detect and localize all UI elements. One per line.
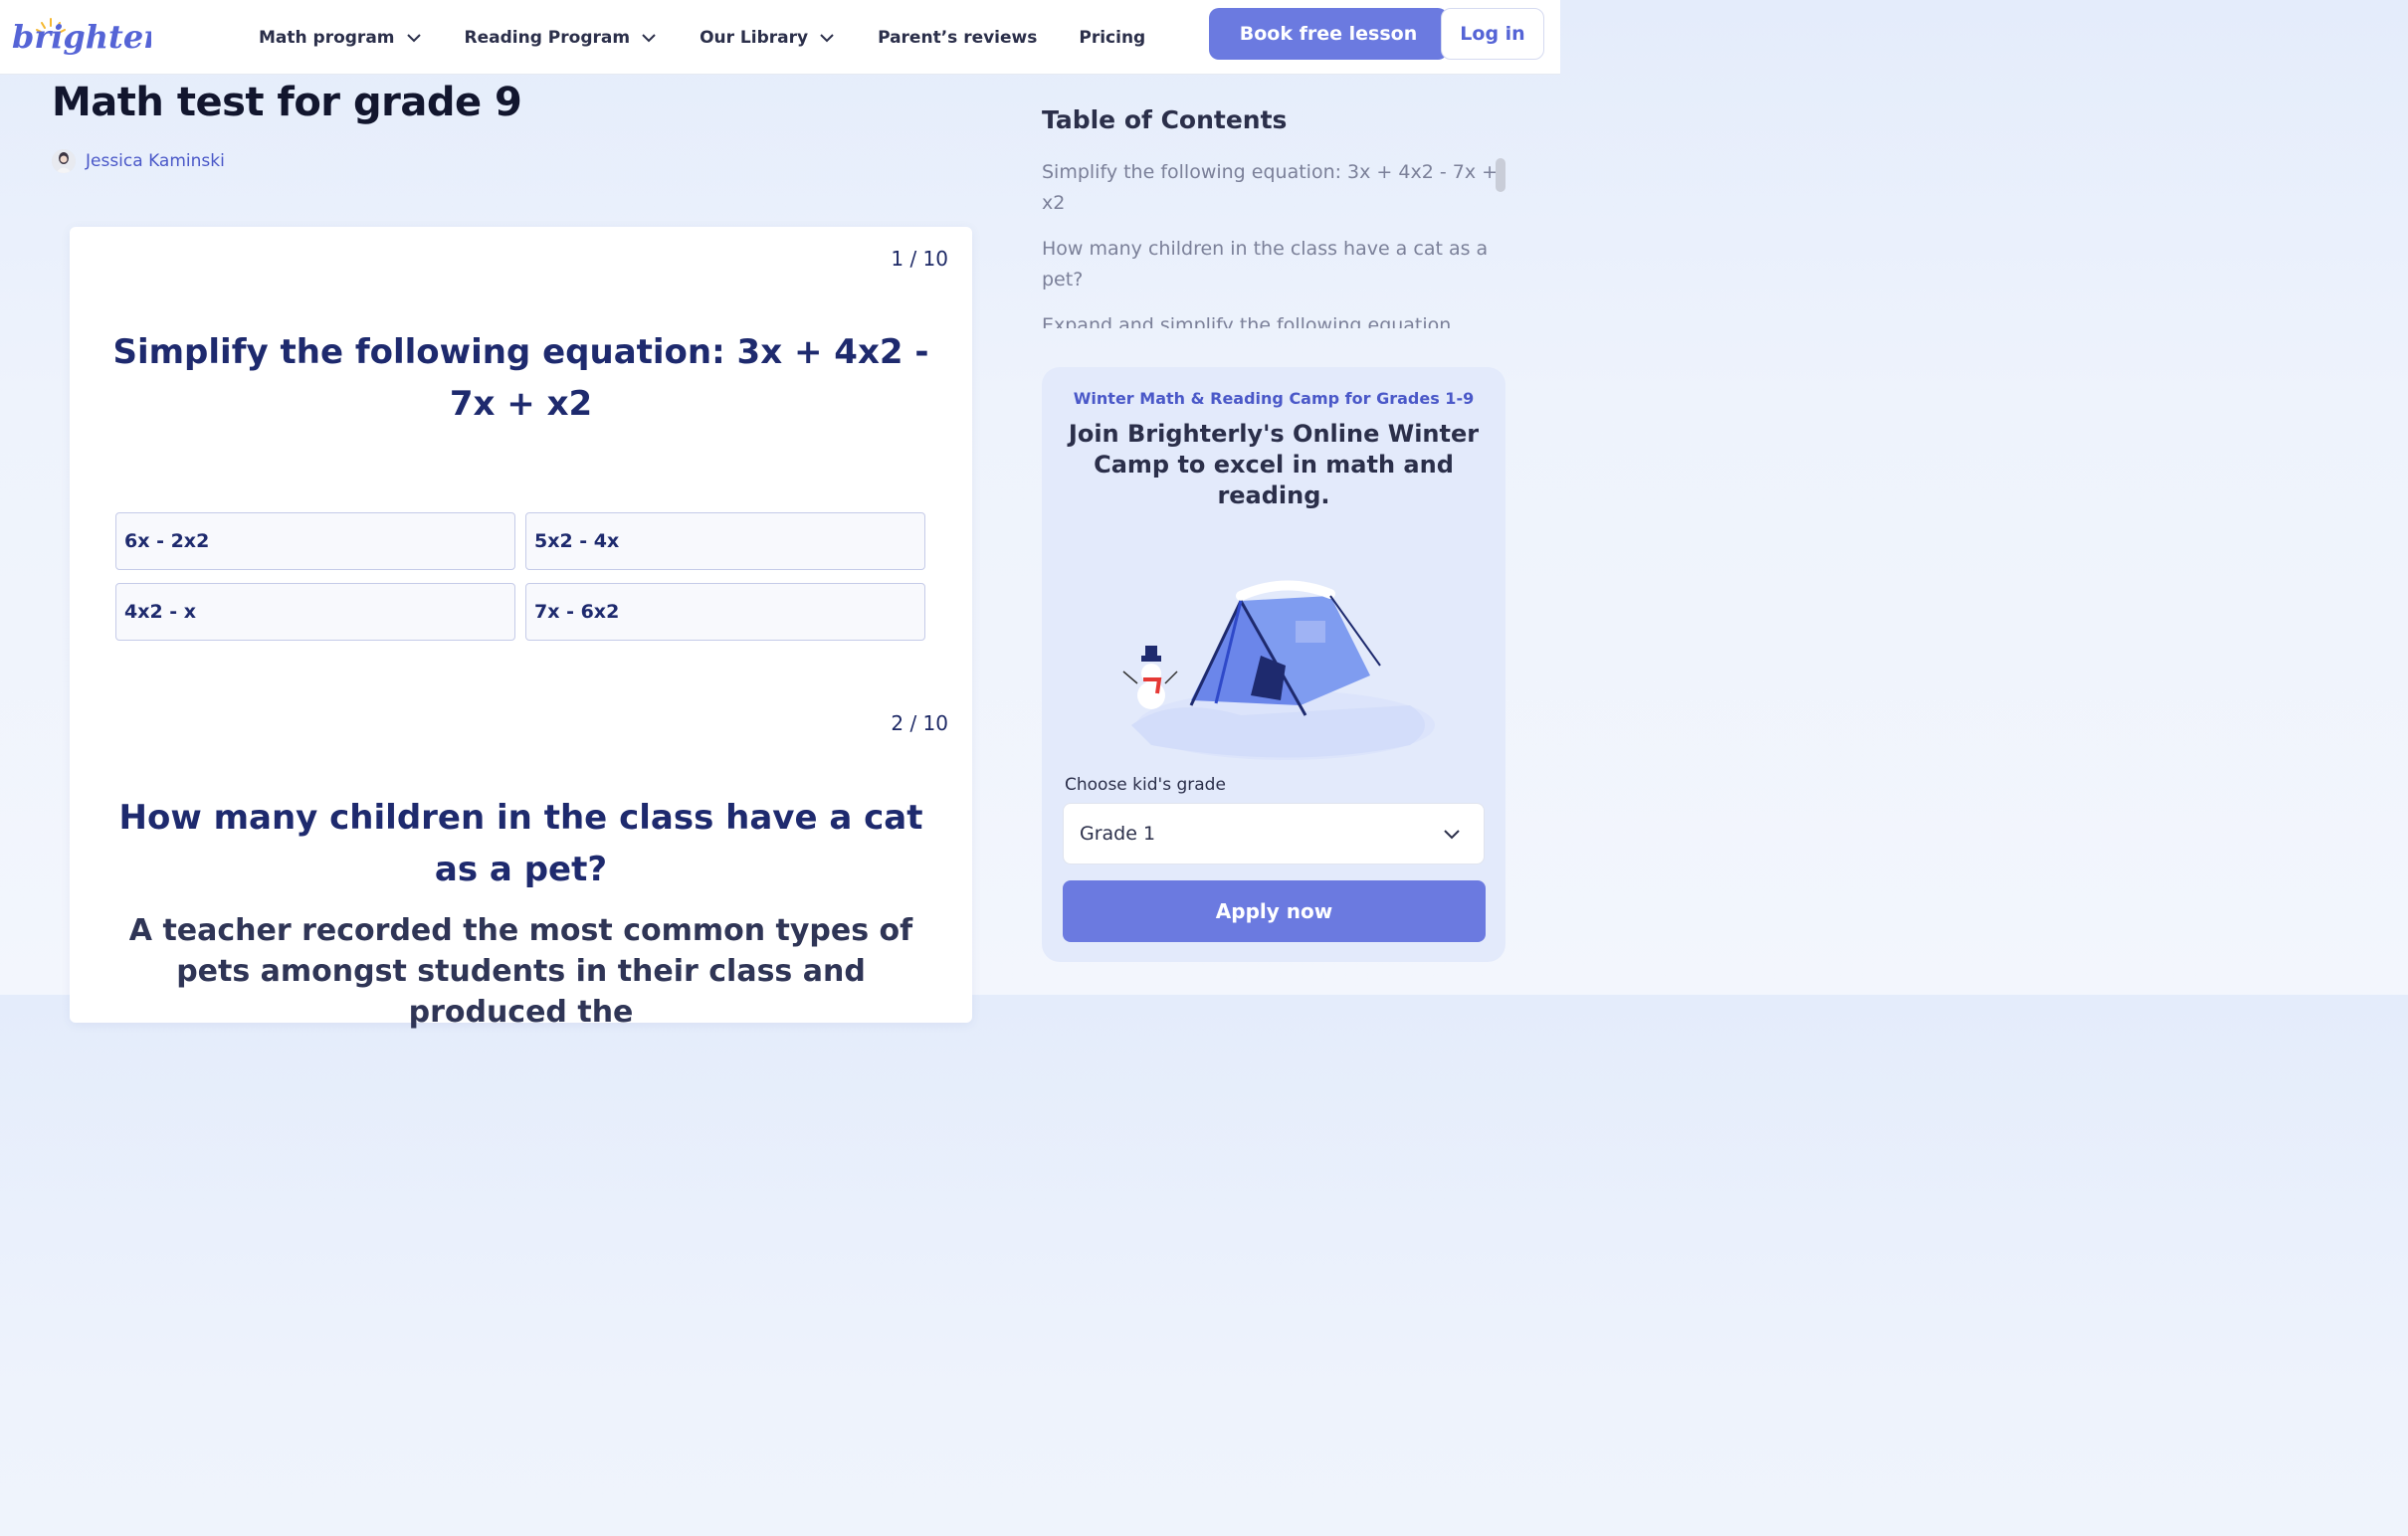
grade-label: Choose kid's grade xyxy=(1065,775,1226,795)
answer-option-label: 7x - 6x2 xyxy=(534,601,620,623)
nav-label: Reading Program xyxy=(464,27,631,48)
toc-item[interactable]: Expand and simplify the following equati… xyxy=(1042,310,1500,328)
promo-subtitle: Winter Math & Reading Camp for Grades 1-… xyxy=(1073,389,1475,408)
chevron-down-icon xyxy=(820,33,834,42)
nav-label: Parent’s reviews xyxy=(878,27,1038,48)
chevron-down-icon xyxy=(642,33,656,42)
nav-label: Math program xyxy=(259,27,395,48)
answer-option[interactable]: 5x2 - 4x xyxy=(525,512,925,570)
quiz-card: 1 / 10 Simplify the following equation: … xyxy=(70,227,972,1030)
toc-scrollbar[interactable] xyxy=(1496,158,1505,192)
nav-label: Pricing xyxy=(1079,27,1146,48)
grade-select-value: Grade 1 xyxy=(1080,823,1156,845)
question-body: A teacher recorded the most common types… xyxy=(128,913,913,1030)
logo-text: brighterly xyxy=(12,18,151,56)
grade-select[interactable]: Grade 1 xyxy=(1063,803,1485,864)
page-title: Math test for grade 9 xyxy=(52,80,522,125)
toc-item[interactable]: How many children in the class have a ca… xyxy=(1042,234,1500,295)
site-header: brighterly Math program Reading Program … xyxy=(0,0,1560,75)
winter-camp-promo: Winter Math & Reading Camp for Grades 1-… xyxy=(1042,367,1505,962)
answer-option[interactable]: 4x2 - x xyxy=(115,583,515,641)
chevron-down-icon xyxy=(406,33,421,42)
nav-pricing[interactable]: Pricing xyxy=(1079,28,1145,48)
chevron-down-icon xyxy=(1444,830,1460,840)
nav-our-library[interactable]: Our Library xyxy=(700,28,836,48)
author-name-link[interactable]: Jessica Kaminski xyxy=(86,151,225,171)
brighterly-logo[interactable]: brighterly xyxy=(12,10,193,62)
book-free-lesson-button[interactable]: Book free lesson xyxy=(1209,8,1448,60)
author-photo xyxy=(52,149,76,173)
avatar xyxy=(52,149,76,173)
logo-graphic: brighterly xyxy=(12,18,193,56)
answer-option-label: 6x - 2x2 xyxy=(124,530,210,552)
nav-parents-reviews[interactable]: Parent’s reviews xyxy=(878,28,1037,48)
toc-item[interactable]: Simplify the following equation: 3x + 4x… xyxy=(1042,157,1500,219)
toc-title: Table of Contents xyxy=(1042,105,1288,134)
author-byline: Jessica Kaminski xyxy=(52,149,225,173)
promo-title: Join Brighterly's Online Winter Camp to … xyxy=(1068,420,1480,509)
question-counter: 1 / 10 xyxy=(891,247,948,271)
login-button[interactable]: Log in xyxy=(1441,8,1544,60)
nav-math-program[interactable]: Math program xyxy=(259,28,423,48)
question-text: How many children in the class have a ca… xyxy=(118,798,923,889)
question-counter: 2 / 10 xyxy=(891,711,948,735)
main-nav: Math program Reading Program Our Library… xyxy=(259,0,1187,75)
answer-option-label: 5x2 - 4x xyxy=(534,530,620,552)
apply-now-button[interactable]: Apply now xyxy=(1063,880,1486,942)
nav-reading-program[interactable]: Reading Program xyxy=(465,28,659,48)
toc-list[interactable]: Simplify the following equation: 3x + 4x… xyxy=(1042,157,1500,328)
answer-option-label: 4x2 - x xyxy=(124,601,197,623)
question-text: Simplify the following equation: 3x + 4x… xyxy=(112,332,929,424)
tent-window xyxy=(1296,621,1325,643)
answer-option[interactable]: 7x - 6x2 xyxy=(525,583,925,641)
winter-tent-illustration xyxy=(1122,580,1435,760)
answer-option[interactable]: 6x - 2x2 xyxy=(115,512,515,570)
nav-label: Our Library xyxy=(700,27,809,48)
